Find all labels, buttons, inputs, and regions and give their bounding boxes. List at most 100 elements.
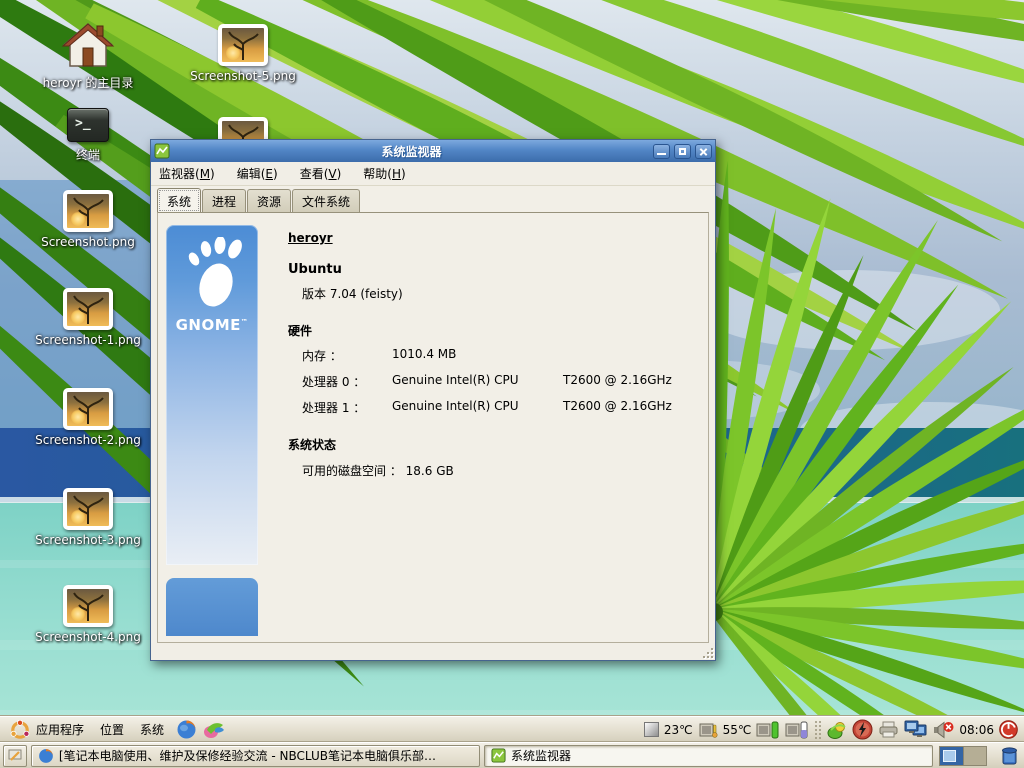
window-list-panel: [笔记本电脑使用、维护及保修经验交流 - NBCLUB笔记本电脑俱乐部… 系统监… [0, 742, 1024, 768]
system-status-heading: 系统状态 [288, 436, 698, 453]
image-thumbnail-icon [63, 288, 113, 330]
cpu1-label: 处理器 1 ： [302, 399, 392, 416]
tab-resources[interactable]: 资源 [247, 189, 291, 212]
window-titlebar[interactable]: 系统监视器 [151, 140, 715, 162]
desktop-icon-label: Screenshot-4.png [33, 630, 143, 644]
tab-filesystems[interactable]: 文件系统 [292, 189, 360, 212]
desktop-icon-screenshot4[interactable]: Screenshot-4.png [33, 585, 143, 644]
desktop-icon-screenshot[interactable]: Screenshot.png [33, 190, 143, 249]
memory-value: 1010.4 MB [392, 347, 698, 364]
applications-menu[interactable]: 应用程序 [4, 718, 90, 742]
monitor-applet-icon[interactable] [644, 722, 659, 737]
trash-applet[interactable] [997, 744, 1021, 768]
firefox-icon [38, 748, 54, 764]
disk-label: 可用的磁盘空间 ： [302, 464, 402, 478]
desktop-icon-screenshot5[interactable]: Screenshot-5.png [188, 24, 298, 83]
menu-monitor[interactable]: 监视器(M) [159, 165, 215, 182]
close-button[interactable] [695, 144, 712, 159]
firefox-icon [176, 719, 197, 740]
ambient-temperature[interactable]: 23℃ [664, 723, 693, 737]
disk-value: 18.6 GB [406, 464, 454, 478]
maximize-button[interactable] [674, 144, 691, 159]
cpu1-model: Genuine Intel(R) CPU [392, 399, 563, 416]
volume-muted-icon[interactable] [933, 721, 954, 739]
places-menu[interactable]: 位置 [94, 719, 130, 740]
desktop: heroyr 的主目录 Screenshot-5.png >_ 终端 Scree… [0, 0, 1024, 768]
taskbar-button-label: 系统监视器 [511, 747, 571, 764]
cpu-temperature[interactable]: 55℃ [723, 723, 752, 737]
ubuntu-logo-icon [10, 720, 30, 740]
system-tab-page: GNOME™ heroyr Ubuntu 版本 7.04 (feisty) 硬件… [157, 212, 709, 643]
image-thumbnail-icon [63, 488, 113, 530]
tray-drag-handle[interactable] [814, 720, 822, 740]
cpufreq-applet-cpu1-icon[interactable] [785, 721, 809, 739]
workspace-1[interactable] [940, 747, 963, 765]
menu-edit[interactable]: 编辑(E) [237, 165, 278, 182]
desktop-icon-label: 终端 [33, 146, 143, 163]
firefox-launcher[interactable] [174, 718, 198, 742]
system-menu-label: 系统 [140, 721, 164, 738]
desktop-icon-home[interactable]: heroyr 的主目录 [33, 22, 143, 91]
taskbar-button-label: [笔记本电脑使用、维护及保修经验交流 - NBCLUB笔记本电脑俱乐部… [59, 747, 436, 764]
show-desktop-button[interactable] [3, 745, 27, 767]
desktop-icon-screenshot3[interactable]: Screenshot-3.png [33, 488, 143, 547]
desktop-icon-screenshot1[interactable]: Screenshot-1.png [33, 288, 143, 347]
workspace-switcher [939, 746, 987, 766]
taskbar-button-system-monitor[interactable]: 系统监视器 [484, 745, 933, 767]
places-menu-label: 位置 [100, 721, 124, 738]
gnome-banner: GNOME™ [166, 225, 258, 565]
image-thumbnail-icon [63, 190, 113, 232]
image-thumbnail-icon [218, 24, 268, 66]
tab-system[interactable]: 系统 [157, 188, 201, 213]
clock[interactable]: 08:06 [959, 723, 994, 737]
desktop-icon-label: Screenshot-1.png [33, 333, 143, 347]
taskbar-button-firefox[interactable]: [笔记本电脑使用、维护及保修经验交流 - NBCLUB笔记本电脑俱乐部… [31, 745, 480, 767]
colorful-app-icon [203, 720, 225, 740]
disk-space-row: 可用的磁盘空间 ： 18.6 GB [288, 462, 698, 479]
printer-icon[interactable] [878, 721, 899, 738]
displays-network-icon[interactable] [904, 720, 928, 740]
tray-status-icon[interactable] [827, 721, 847, 739]
system-menu[interactable]: 系统 [134, 719, 170, 740]
cpu0-model: Genuine Intel(R) CPU [392, 373, 563, 390]
hardware-heading: 硬件 [288, 322, 698, 339]
tab-processes[interactable]: 进程 [202, 189, 246, 212]
window-title: 系统监视器 [174, 143, 649, 160]
window-statusbar [151, 643, 715, 660]
power-manager-icon[interactable] [852, 719, 873, 740]
cpufreq-applet-cpu0-icon[interactable] [756, 721, 780, 739]
user-name: heroyr [288, 231, 698, 245]
banner-footer-block [166, 578, 258, 636]
system-tray: 23℃ 55℃ [644, 719, 1020, 740]
show-desktop-icon [8, 749, 22, 763]
desktop-icon-label: Screenshot-5.png [188, 69, 298, 83]
quit-button-icon[interactable] [999, 720, 1018, 739]
workspace-window-preview [943, 750, 956, 762]
desktop-icon-label: Screenshot-3.png [33, 533, 143, 547]
desktop-icon-screenshot2[interactable]: Screenshot-2.png [33, 388, 143, 447]
hardware-rows: 内存 ： 1010.4 MB 处理器 0 ： Genuine Intel(R) … [288, 347, 698, 416]
system-monitor-window: 系统监视器 监视器(M) 编辑(E) 查看(V) 帮助(H) 系统 进程 资源 … [150, 139, 716, 661]
distro-version: 版本 7.04 (feisty) [288, 285, 698, 302]
home-icon [61, 22, 115, 68]
app-launcher[interactable] [202, 718, 226, 742]
menu-view[interactable]: 查看(V) [300, 165, 342, 182]
system-monitor-icon [491, 748, 506, 763]
desktop-icon-label: heroyr 的主目录 [33, 74, 143, 91]
cpu0-label: 处理器 0 ： [302, 373, 392, 390]
workspace-2[interactable] [963, 747, 986, 765]
resize-grip[interactable] [701, 646, 713, 658]
distro-banner-column: GNOME™ [166, 225, 258, 636]
cpu-thermometer-icon[interactable] [698, 721, 718, 739]
system-info: heroyr Ubuntu 版本 7.04 (feisty) 硬件 内存 ： 1… [288, 225, 698, 636]
gnome-panel: 应用程序 位置 系统 23℃ [0, 716, 1024, 742]
image-thumbnail-icon [63, 388, 113, 430]
window-menubar: 监视器(M) 编辑(E) 查看(V) 帮助(H) [151, 162, 715, 186]
minimize-button[interactable] [653, 144, 670, 159]
cpu0-spec: T2600 @ 2.16GHz [563, 373, 698, 390]
image-thumbnail-icon [63, 585, 113, 627]
menu-help[interactable]: 帮助(H) [363, 165, 405, 182]
desktop-icon-label: Screenshot-2.png [33, 433, 143, 447]
desktop-icon-terminal[interactable]: >_ 终端 [33, 108, 143, 163]
cpu1-spec: T2600 @ 2.16GHz [563, 399, 698, 416]
